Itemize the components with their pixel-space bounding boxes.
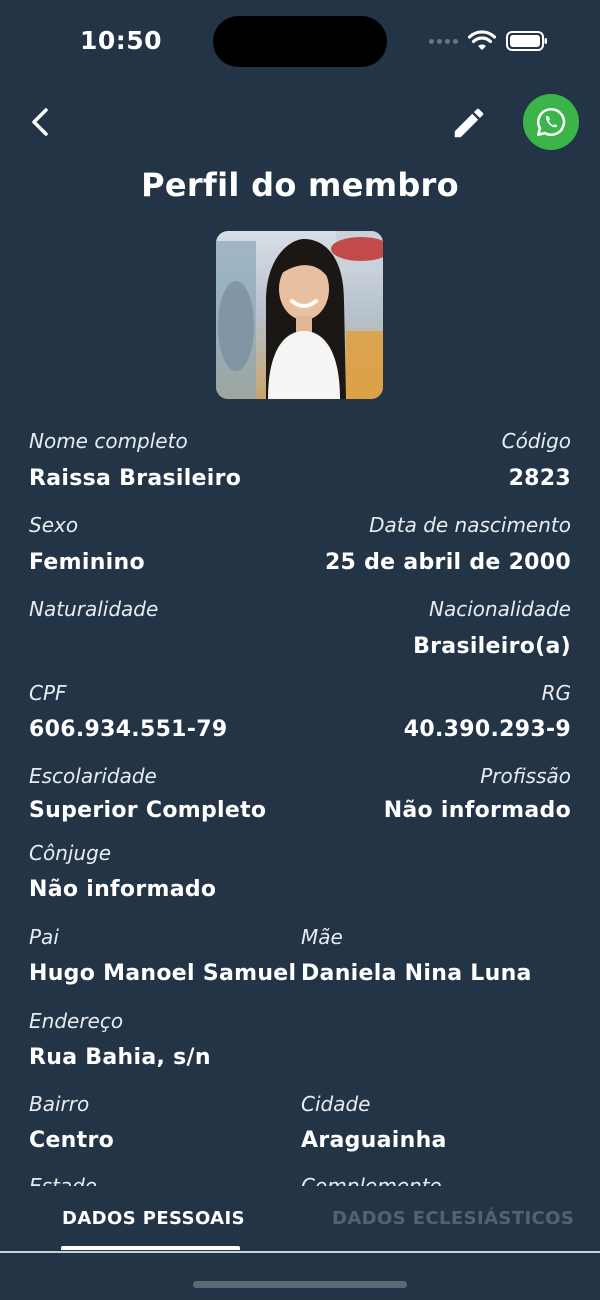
page-title: Perfil do membro [141, 166, 459, 204]
dynamic-island [213, 16, 387, 67]
label-estado: Estado [29, 1174, 98, 1186]
value-cpf: 606.934.551-79 [29, 717, 228, 742]
value-profissao: Não informado [383, 798, 571, 823]
tab-dados-pessoais[interactable]: DADOS PESSOAIS [62, 1208, 245, 1229]
label-sexo: Sexo [29, 513, 79, 537]
whatsapp-button[interactable] [523, 94, 579, 150]
value-bairro: Centro [29, 1128, 115, 1153]
label-pai: Pai [29, 925, 59, 949]
value-conjuge: Não informado [29, 877, 217, 902]
label-cpf: CPF [29, 681, 67, 705]
cellular-signal-icon [429, 38, 458, 44]
value-rg: 40.390.293-9 [403, 717, 571, 742]
label-mae: Mãe [301, 925, 343, 949]
value-sexo: Feminino [29, 550, 145, 575]
label-data-nascimento: Data de nascimento [369, 513, 571, 537]
personal-data-list: Nome completo Código Raissa Brasileiro 2… [0, 420, 600, 1186]
label-conjuge: Cônjuge [29, 841, 112, 865]
wifi-icon [468, 30, 496, 50]
home-indicator[interactable] [193, 1281, 407, 1288]
label-complemento: Complemento [301, 1174, 442, 1186]
label-nacionalidade: Nacionalidade [428, 597, 571, 621]
label-nome-completo: Nome completo [29, 429, 188, 453]
label-endereco: Endereço [29, 1009, 124, 1033]
status-time: 10:50 [80, 26, 163, 55]
tab-bar: DADOS PESSOAIS DADOS ECLESIÁSTICOS [0, 1186, 600, 1252]
status-icons [429, 30, 548, 52]
tab-divider [0, 1251, 600, 1253]
label-escolaridade: Escolaridade [29, 764, 157, 788]
label-codigo: Código [501, 429, 571, 453]
battery-icon [506, 31, 547, 51]
label-rg: RG [541, 681, 571, 705]
value-pai: Hugo Manoel Samuel [29, 961, 297, 986]
value-codigo: 2823 [508, 466, 571, 491]
tab-dados-eclesiasticos[interactable]: DADOS ECLESIÁSTICOS [332, 1208, 574, 1229]
value-data-nascimento: 25 de abril de 2000 [324, 550, 571, 575]
value-escolaridade: Superior Completo [29, 798, 267, 823]
value-cidade: Araguainha [301, 1128, 447, 1153]
active-tab-indicator [61, 1246, 240, 1250]
status-bar: 10:50 [0, 0, 600, 80]
value-endereco: Rua Bahia, s/n [29, 1045, 211, 1070]
edit-button[interactable] [450, 104, 488, 142]
label-naturalidade: Naturalidade [29, 597, 159, 621]
label-cidade: Cidade [301, 1092, 371, 1116]
label-profissao: Profissão [480, 764, 571, 788]
label-bairro: Bairro [29, 1092, 90, 1116]
chevron-left-icon [32, 108, 48, 136]
pencil-icon [454, 108, 484, 138]
whatsapp-icon [536, 107, 566, 137]
back-button[interactable] [22, 102, 58, 142]
value-nacionalidade: Brasileiro(a) [413, 634, 571, 659]
value-mae: Daniela Nina Luna [301, 961, 532, 986]
value-nome-completo: Raissa Brasileiro [29, 466, 242, 491]
member-photo[interactable] [216, 231, 383, 399]
